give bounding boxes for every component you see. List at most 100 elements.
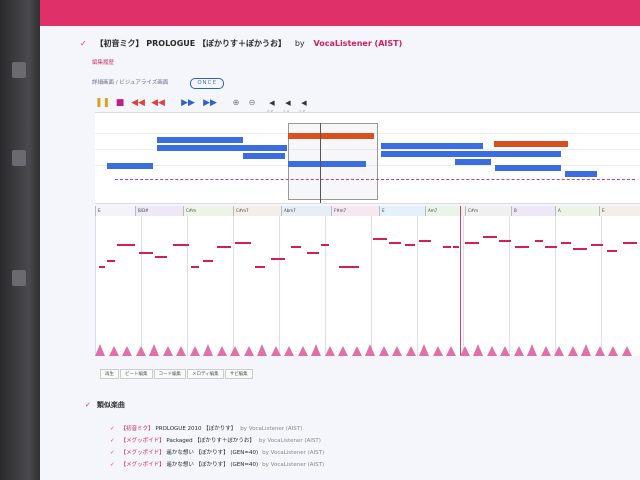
chord-label[interactable]: C#m bbox=[465, 206, 511, 216]
breadcrumb[interactable]: 詳細画面 / ビジュアライズ画面 bbox=[92, 78, 168, 86]
repeat-segment[interactable] bbox=[495, 165, 561, 171]
beat-marker-icon[interactable] bbox=[392, 346, 402, 356]
melody-note[interactable] bbox=[307, 252, 319, 254]
melody-note[interactable] bbox=[453, 246, 459, 248]
chorus-segment[interactable] bbox=[288, 133, 374, 139]
speed-slow-icon[interactable]: ◀ bbox=[265, 98, 279, 108]
beat-marker-icon[interactable] bbox=[594, 346, 605, 356]
beat-marker-icon[interactable] bbox=[554, 346, 564, 356]
repeat-segment[interactable] bbox=[157, 145, 287, 151]
melody-note[interactable] bbox=[99, 266, 105, 268]
song-link[interactable]: 遥かな想い 【ぼかりす】 (GEN=40) bbox=[166, 462, 258, 468]
chorus-segment[interactable] bbox=[494, 141, 568, 147]
beat-marker-icon[interactable] bbox=[243, 346, 254, 356]
melody-note[interactable] bbox=[173, 244, 189, 246]
beat-marker-icon[interactable] bbox=[149, 344, 159, 356]
beat-marker-icon[interactable] bbox=[621, 346, 632, 356]
repeat-segment[interactable] bbox=[157, 137, 243, 143]
melody-note[interactable] bbox=[591, 244, 603, 246]
repeat-segment[interactable] bbox=[381, 151, 561, 157]
edit-history-link[interactable]: 編集履歴 bbox=[92, 58, 114, 66]
beat-marker-icon[interactable] bbox=[365, 344, 375, 356]
melody-note[interactable] bbox=[255, 266, 265, 268]
repeat-segment[interactable] bbox=[243, 153, 285, 159]
chord-label[interactable]: E bbox=[599, 206, 640, 216]
stop-icon[interactable]: ■ bbox=[113, 98, 127, 108]
zoom-out-icon[interactable]: ⊖ bbox=[245, 98, 259, 108]
speed-normal-icon[interactable]: ◀ bbox=[281, 98, 295, 108]
beat-markers[interactable] bbox=[95, 340, 640, 356]
melody-note[interactable] bbox=[405, 244, 415, 246]
speed-fast-icon[interactable]: ◀ bbox=[297, 98, 311, 108]
similar-song-item[interactable]: ✓ 【初音ミク】 PROLOGUE 2010 【ぼかりす】 by VocaListe… bbox=[110, 424, 302, 432]
song-link[interactable]: 遥かな想い 【ぼかりす】 (GEN=40) bbox=[166, 450, 258, 456]
song-link[interactable]: Packaged 【ぼかりす＋ぼかうお】 bbox=[166, 438, 255, 444]
pause-icon[interactable]: ❚❚ bbox=[95, 98, 110, 108]
melody-note[interactable] bbox=[339, 266, 359, 268]
beat-marker-icon[interactable] bbox=[162, 346, 173, 356]
song-artist[interactable]: by VocaListener (AIST) bbox=[240, 426, 302, 432]
beat-marker-icon[interactable] bbox=[459, 346, 470, 356]
beat-marker-icon[interactable] bbox=[230, 346, 240, 356]
melody-note[interactable] bbox=[607, 250, 617, 252]
song-artist[interactable]: by VocaListener (AIST) bbox=[262, 450, 324, 456]
beat-marker-icon[interactable] bbox=[176, 346, 186, 356]
beat-marker-icon[interactable] bbox=[608, 346, 618, 356]
chord-label[interactable]: Abm7 bbox=[281, 206, 331, 216]
chord-label[interactable]: C#m7 bbox=[233, 206, 281, 216]
beat-marker-icon[interactable] bbox=[486, 346, 497, 356]
chord-label[interactable]: E bbox=[379, 206, 425, 216]
melody-note[interactable] bbox=[443, 246, 451, 248]
beat-marker-icon[interactable] bbox=[122, 346, 132, 356]
beat-marker-icon[interactable] bbox=[216, 346, 227, 356]
beat-marker-icon[interactable] bbox=[473, 344, 483, 356]
melody-note[interactable] bbox=[623, 242, 637, 244]
beat-marker-icon[interactable] bbox=[419, 344, 429, 356]
beat-marker-icon[interactable] bbox=[446, 346, 456, 356]
beat-marker-icon[interactable] bbox=[378, 346, 389, 356]
chord-track[interactable]: E B/D# C#m C#m7 Abm7 F#m7 E Am7 C#m B A … bbox=[95, 206, 640, 216]
rewind-icon[interactable]: ◀◀ bbox=[131, 98, 145, 108]
melody-note[interactable] bbox=[139, 252, 153, 254]
repeat-segment[interactable] bbox=[107, 163, 153, 169]
beat-marker-icon[interactable] bbox=[405, 346, 416, 356]
melody-note[interactable] bbox=[483, 236, 497, 238]
beat-marker-icon[interactable] bbox=[257, 344, 267, 356]
chord-label[interactable]: A bbox=[555, 206, 599, 216]
chord-label[interactable]: C#m bbox=[183, 206, 233, 216]
song-link[interactable]: PROLOGUE 2010 【ぼかりす】 bbox=[155, 426, 236, 432]
tab-beat-edit[interactable]: ビート編集 bbox=[120, 369, 153, 379]
repeat-segment[interactable] bbox=[288, 161, 366, 167]
view-toggle[interactable]: ＯＮＣＥ bbox=[190, 78, 224, 89]
beat-marker-icon[interactable] bbox=[527, 344, 537, 356]
melody-note[interactable] bbox=[561, 242, 571, 244]
repeat-segment[interactable] bbox=[455, 159, 491, 165]
repeat-segment[interactable] bbox=[565, 171, 597, 177]
beat-marker-icon[interactable] bbox=[500, 346, 510, 356]
melody-note[interactable] bbox=[419, 240, 431, 242]
beat-marker-icon[interactable] bbox=[351, 346, 362, 356]
chord-label[interactable]: B bbox=[511, 206, 555, 216]
beat-marker-icon[interactable] bbox=[324, 346, 335, 356]
similar-song-item[interactable]: ✓ 【メグッポイド】 遥かな想い 【ぼかりす】 (GEN=40) by VocaLi… bbox=[110, 448, 324, 456]
beat-marker-icon[interactable] bbox=[95, 344, 105, 356]
similar-song-item[interactable]: ✓ 【メグッポイド】 Packaged 【ぼかりす＋ぼかうお】 by VocaLis… bbox=[110, 436, 321, 444]
beat-marker-icon[interactable] bbox=[540, 346, 551, 356]
fast-rewind-icon[interactable]: ◀◀ bbox=[151, 98, 165, 108]
beat-marker-icon[interactable] bbox=[284, 346, 294, 356]
melody-note[interactable] bbox=[465, 242, 479, 244]
melody-note[interactable] bbox=[155, 256, 167, 258]
beat-marker-icon[interactable] bbox=[311, 344, 321, 356]
song-artist[interactable]: by VocaListener (AIST) bbox=[262, 462, 324, 468]
chord-label[interactable]: E bbox=[95, 206, 135, 216]
song-structure-overview[interactable] bbox=[95, 112, 640, 204]
repeat-segment[interactable] bbox=[381, 143, 483, 149]
song-artist[interactable]: by VocaListener (AIST) bbox=[259, 438, 321, 444]
melody-note[interactable] bbox=[203, 260, 213, 262]
melody-note[interactable] bbox=[373, 238, 387, 240]
playhead-line[interactable] bbox=[460, 206, 461, 356]
melody-note[interactable] bbox=[217, 246, 231, 248]
melody-note[interactable] bbox=[107, 260, 115, 262]
similar-song-item[interactable]: ✓ 【メグッポイド】 遥かな想い 【ぼかりす】 (GEN=40) by VocaLi… bbox=[110, 460, 324, 468]
melody-note[interactable] bbox=[545, 246, 557, 248]
